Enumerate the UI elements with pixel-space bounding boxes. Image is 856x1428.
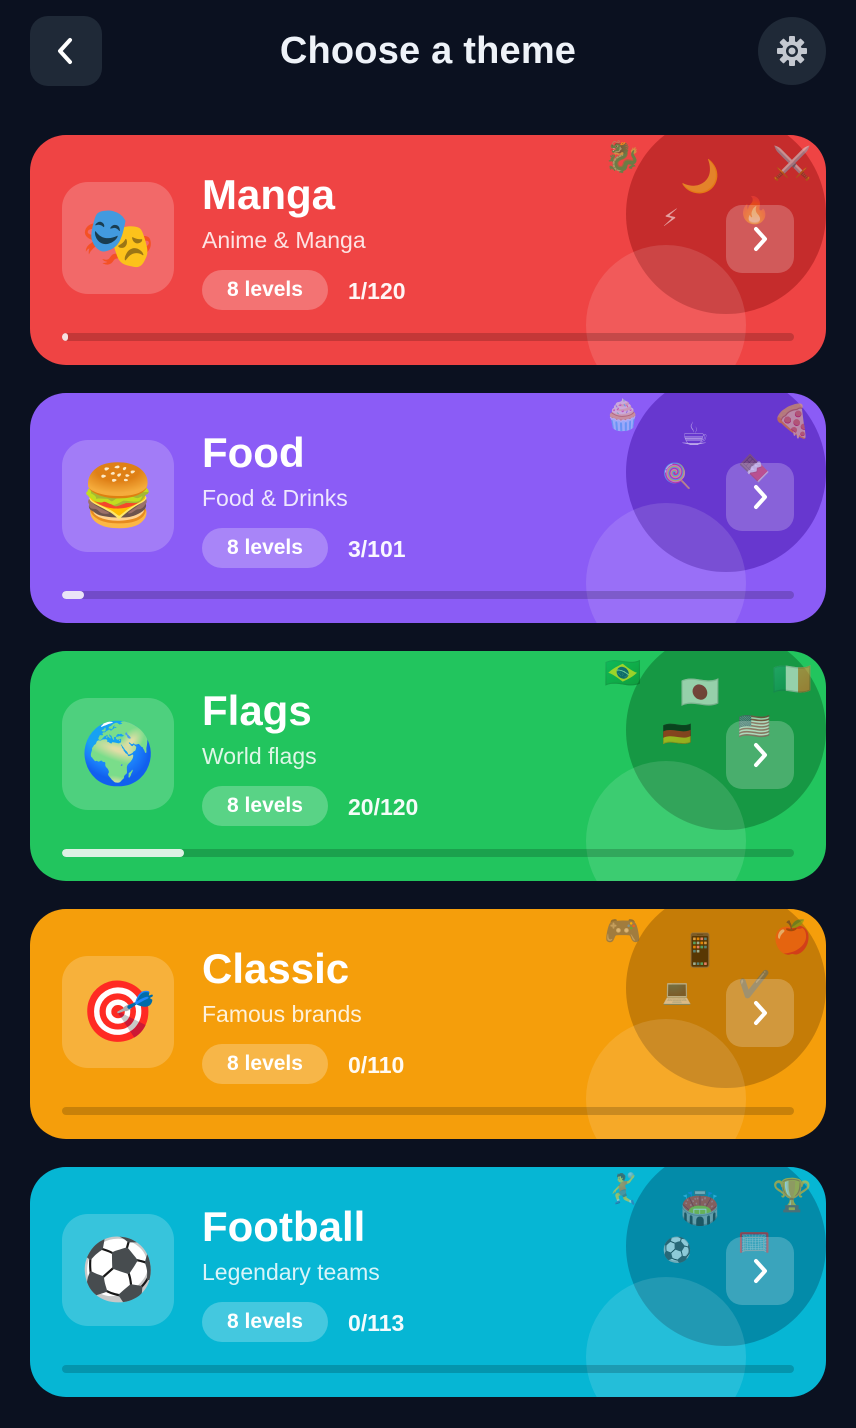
chevron-right-icon (754, 485, 767, 509)
chevron-right-icon (754, 1001, 767, 1025)
theme-card-classic[interactable]: 🎮 📱 🍎 💻 ✔️ 🎯 Classic Famous brands 8 levels 0/110 (30, 909, 826, 1139)
progress-bar (62, 849, 794, 857)
theme-subtitle: Food & Drinks (202, 485, 348, 511)
decoration-icon: 🍕 (772, 403, 812, 439)
levels-badge: 8 levels (202, 270, 328, 310)
decoration-icon: 🤾 (604, 1173, 642, 1206)
levels-badge: 8 levels (202, 786, 328, 826)
decoration-icon: ⚽ (662, 1237, 692, 1264)
decoration-icon: 🍎 (772, 919, 812, 955)
settings-button[interactable] (758, 17, 826, 85)
theme-icon: 🎭 (62, 182, 174, 294)
theme-card-football[interactable]: 🤾 🏟️ 🏆 ⚽ 🥅 ⚽ Football Legendary teams 8 levels 0/… (30, 1167, 826, 1397)
progress-bar (62, 333, 794, 341)
theme-title: Classic (202, 945, 350, 992)
decoration-icon: 🐉 (604, 141, 642, 174)
chevron-right-icon (754, 227, 767, 251)
decoration-icon: ⚔️ (772, 145, 812, 181)
open-theme-button[interactable] (726, 205, 794, 273)
decoration-icon: 🎮 (604, 915, 642, 948)
progress-bar (62, 1365, 794, 1373)
decoration-icon: 🇯🇵 (680, 674, 720, 710)
decoration-icon: 🧁 (604, 399, 642, 432)
decoration-icon: 🌙 (680, 158, 720, 194)
open-theme-button[interactable] (726, 1237, 794, 1305)
decoration-icon: 💻 (662, 979, 692, 1006)
progress-count: 0/113 (348, 1310, 405, 1336)
theme-card-manga[interactable]: 🐉 🌙 ⚔️ ⚡ 🔥 🎭 Manga Anime & Manga 8 levels 1/120 (30, 135, 826, 365)
page-title: Choose a theme (279, 30, 577, 72)
theme-icon: 🌍 (62, 698, 174, 810)
header: Choose a theme (0, 0, 856, 110)
chevron-right-icon (754, 743, 767, 767)
theme-title: Food (202, 429, 305, 476)
decoration-icon: ⚡ (662, 205, 679, 232)
theme-icon: 🍔 (62, 440, 174, 552)
progress-count: 20/120 (348, 794, 419, 820)
progress-fill (62, 591, 84, 599)
progress-count: 0/110 (348, 1052, 405, 1078)
decoration-icon: 🇮🇪 (772, 661, 812, 697)
decoration-icon: 🇧🇷 (604, 657, 642, 690)
gear-icon (777, 36, 807, 66)
progress-bar (62, 591, 794, 599)
theme-card-flags[interactable]: 🇧🇷 🇯🇵 🇮🇪 🇩🇪 🇺🇸 🌍 Flags World flags 8 levels 20/12… (30, 651, 826, 881)
theme-subtitle: Famous brands (202, 1001, 362, 1027)
decoration-icon: 🏆 (772, 1177, 812, 1213)
theme-icon: 🎯 (62, 956, 174, 1068)
theme-subtitle: Legendary teams (202, 1259, 380, 1285)
theme-card-food[interactable]: 🧁 ☕ 🍕 🍭 🍫 🍔 Food Food & Drinks 8 levels 3/101 (30, 393, 826, 623)
progress-fill (62, 849, 185, 857)
decoration-icon: 🏟️ (680, 1190, 720, 1226)
theme-title: Football (202, 1203, 366, 1250)
progress-bar (62, 1107, 794, 1115)
theme-subtitle: World flags (202, 743, 317, 769)
progress-count: 3/101 (348, 536, 406, 562)
theme-title: Manga (202, 171, 336, 218)
decoration-icon: ☕ (680, 416, 709, 452)
progress-count: 1/120 (348, 278, 406, 304)
decoration-icon: 🍭 (662, 463, 692, 490)
chevron-right-icon (754, 1259, 767, 1283)
decoration-icon: 🇩🇪 (662, 721, 692, 748)
open-theme-button[interactable] (726, 721, 794, 789)
theme-subtitle: Anime & Manga (202, 227, 366, 253)
open-theme-button[interactable] (726, 979, 794, 1047)
progress-fill (62, 333, 69, 341)
levels-badge: 8 levels (202, 528, 328, 568)
levels-badge: 8 levels (202, 1044, 328, 1084)
theme-icon: ⚽ (62, 1214, 174, 1326)
open-theme-button[interactable] (726, 463, 794, 531)
theme-title: Flags (202, 687, 312, 734)
levels-badge: 8 levels (202, 1302, 328, 1342)
decoration-icon: 📱 (680, 932, 720, 968)
